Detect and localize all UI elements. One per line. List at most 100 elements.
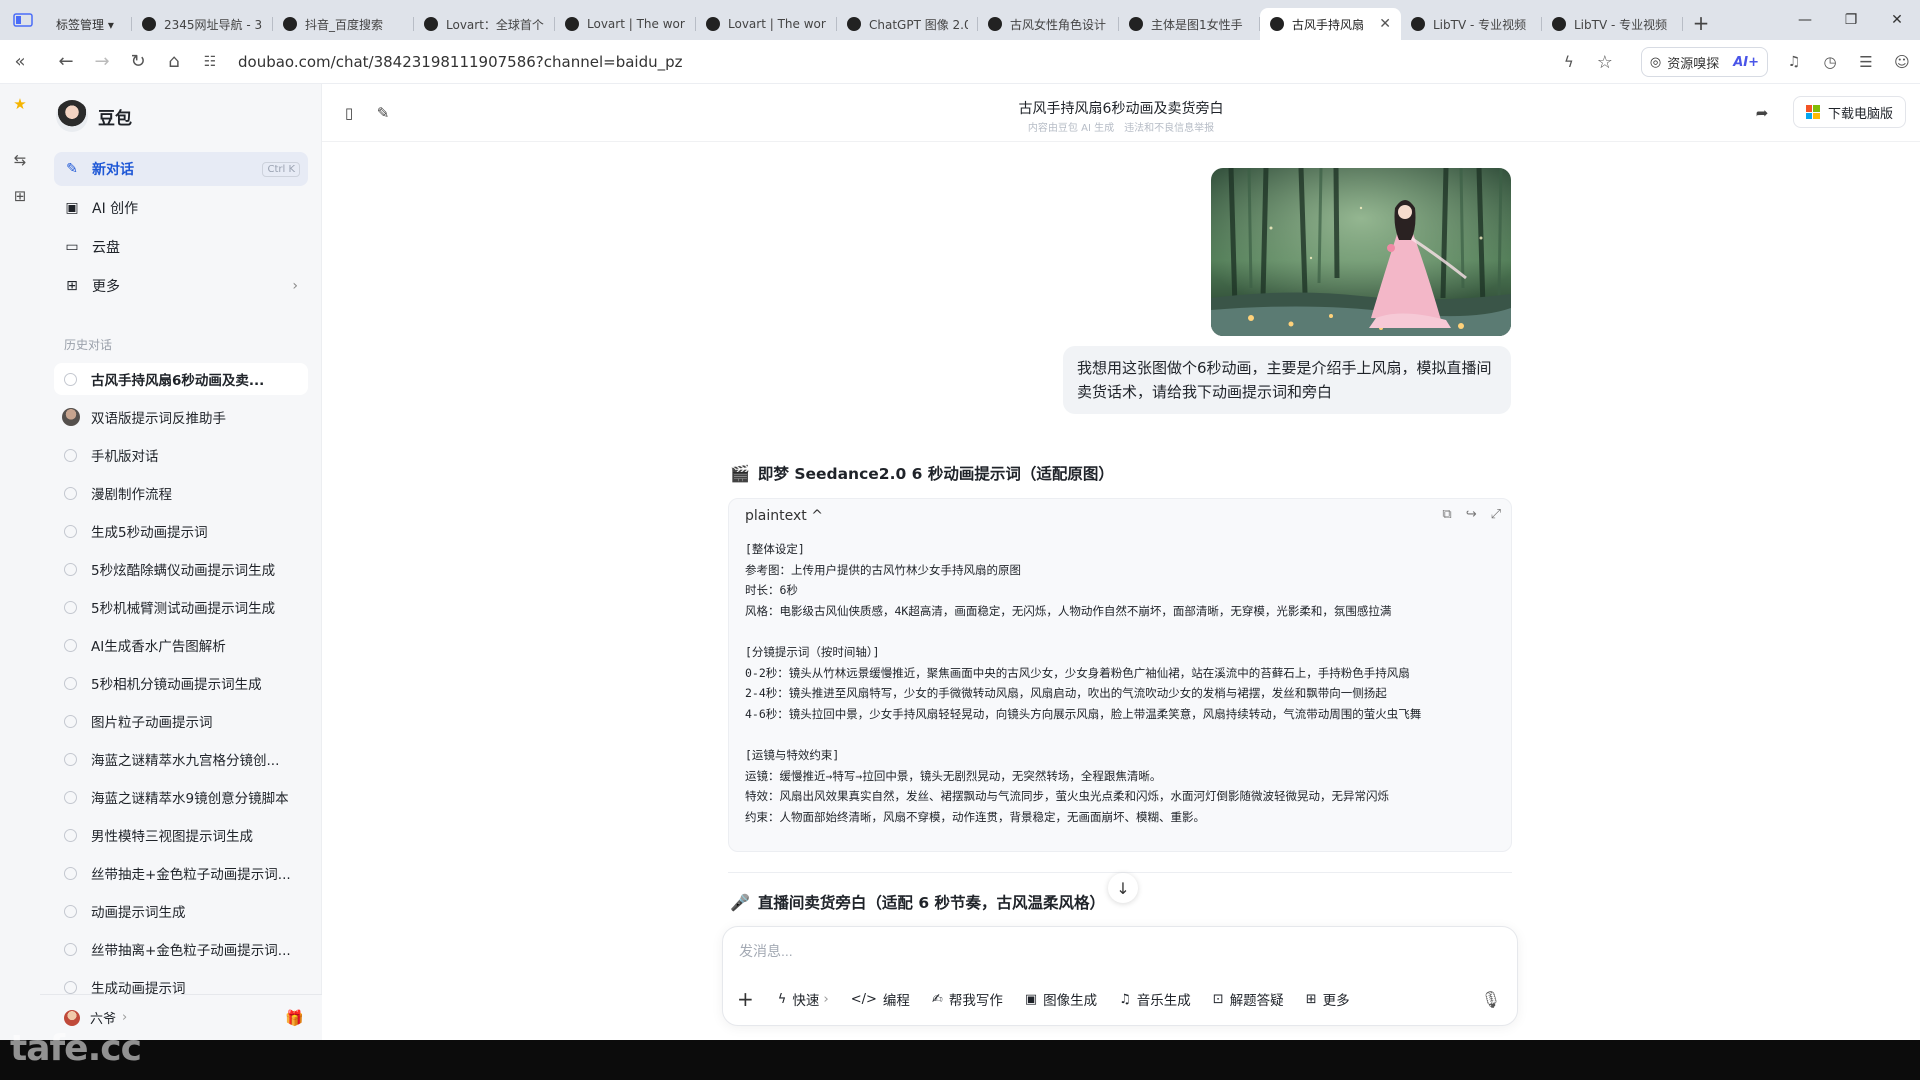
new-chat-button[interactable]: ✎ 新对话 Ctrl K <box>54 152 308 186</box>
browser-tab[interactable]: ChatGPT 图像 2.0 <box>837 8 978 40</box>
browser-tab[interactable]: Lovart | The wor <box>555 8 696 40</box>
browser-tab[interactable]: 抖音_百度搜索 <box>273 8 414 40</box>
chat-bubble-icon <box>64 942 77 956</box>
history-item[interactable]: 5秒相机分镜动画提示词生成 <box>54 667 308 699</box>
history-item[interactable]: 图片粒子动画提示词 <box>54 705 308 737</box>
image-gen-icon: ▣ <box>1024 991 1038 1007</box>
tab-label: 古风女性角色设计 <box>1010 17 1107 32</box>
history-item[interactable]: 男性模特三视图提示词生成 <box>54 819 308 851</box>
browser-tab[interactable]: LibTV - 专业视频 <box>1542 8 1683 40</box>
tab-manager[interactable]: 标签管理 ▾ <box>46 8 132 40</box>
gift-icon[interactable]: 🎁 <box>285 1009 304 1027</box>
share-icon[interactable]: ➦ <box>1751 102 1773 124</box>
code-line: 时长：6秒 <box>745 583 798 598</box>
ai-plus-label[interactable]: AI+ <box>1733 55 1759 70</box>
app-name: 豆包 <box>98 108 132 129</box>
expand-icon[interactable]: ⤢ <box>1491 507 1501 522</box>
scroll-down-icon[interactable]: ↓ <box>1108 873 1138 903</box>
add-panel-icon[interactable]: ⊞ <box>0 178 40 214</box>
browser-tab[interactable]: 2345网址导航 - 3 <box>132 8 273 40</box>
restore-icon[interactable]: ❐ <box>1828 0 1874 40</box>
forward-icon[interactable]: → <box>84 44 120 80</box>
history-item-label: 男性模特三视图提示词生成 <box>91 829 253 845</box>
message-composer: + ϟ 快速› </> 编程 ✍ 帮我写作 ▣ 图像生成 ♫ 音乐生成 ⊡ 解题答疑 ⊞ 更多 🎙 <box>722 926 1518 1026</box>
minimize-icon[interactable]: — <box>1782 0 1828 40</box>
voice-input-icon[interactable]: 🎙 <box>1481 990 1501 1009</box>
history-item[interactable]: 双语版提示词反推助手 <box>54 401 308 433</box>
browser-tab[interactable]: Lovart | The wor <box>696 8 837 40</box>
history-item-label: 丝带抽走+金色粒子动画提示词... <box>91 867 291 883</box>
copy-icon[interactable]: ⧉ <box>1442 507 1451 522</box>
grid-icon: ⊞ <box>66 278 78 294</box>
tool-button[interactable]: </> 编程 <box>851 989 910 1010</box>
favorites-star-icon[interactable]: ★ <box>0 86 40 122</box>
history-item[interactable]: 古风手持风扇6秒动画及卖... <box>54 363 308 395</box>
tool-button[interactable]: ▣ 图像生成 <box>1024 989 1097 1010</box>
new-tab-button[interactable]: + <box>1683 11 1719 35</box>
history-item[interactable]: 生成5秒动画提示词 <box>54 515 308 547</box>
code-line: [分镜提示词（按时间轴）] <box>745 644 880 659</box>
lightning-icon[interactable]: ϟ <box>1551 44 1587 80</box>
uploaded-image[interactable] <box>1211 168 1511 336</box>
wrap-icon[interactable]: ↪ <box>1466 507 1477 522</box>
attach-plus-icon[interactable]: + <box>737 987 754 1011</box>
tool-button[interactable]: ♫ 音乐生成 <box>1119 989 1191 1010</box>
site-info-icon[interactable]: ☷ <box>192 44 228 80</box>
history-item[interactable]: 动画提示词生成 <box>54 895 308 927</box>
resource-sniff-button[interactable]: ◎ 资源嗅探 AI+ <box>1640 47 1768 77</box>
tool-button[interactable]: ϟ 快速 › <box>778 989 829 1009</box>
history-item[interactable]: AI生成香水广告图解析 <box>54 629 308 661</box>
code-language-toggle[interactable]: plaintext ^ <box>745 508 823 524</box>
history-item[interactable]: 海蓝之谜精萃水九宫格分镜创... <box>54 743 308 775</box>
clapper-icon: 🎬 <box>730 463 750 483</box>
browser-tab[interactable]: LibTV - 专业视频 <box>1401 8 1542 40</box>
menu-item-cloud-drive[interactable]: ▭ 云盘 <box>54 230 308 264</box>
history-item[interactable]: 海蓝之谜精萃水9镜创意分镜脚本 <box>54 781 308 813</box>
user-avatar <box>64 1009 80 1026</box>
menu-item-more[interactable]: ⊞ 更多 › <box>54 269 308 303</box>
message-input[interactable] <box>739 943 1439 959</box>
bookmark-star-icon[interactable]: ☆ <box>1587 44 1623 80</box>
home-icon[interactable]: ⌂ <box>156 44 192 80</box>
collapse-sidebar-icon[interactable]: « <box>2 44 38 80</box>
favicon-icon <box>1270 17 1284 31</box>
menu-item-ai-create[interactable]: ▣ AI 创作 <box>54 191 308 225</box>
history-item[interactable]: 丝带抽走+金色粒子动画提示词... <box>54 857 308 889</box>
history-icon[interactable]: ◷ <box>1812 44 1848 80</box>
history-item[interactable]: 手机版对话 <box>54 439 308 471</box>
back-icon[interactable]: ← <box>48 44 84 80</box>
browser-tab[interactable]: 古风女性角色设计 <box>978 8 1119 40</box>
download-desktop-button[interactable]: 下载电脑版 <box>1792 96 1906 128</box>
switch-icon[interactable]: ⇆ <box>0 142 40 178</box>
history-item[interactable]: 漫剧制作流程 <box>54 477 308 509</box>
new-chat-label: 新对话 <box>92 162 134 178</box>
tool-button[interactable]: ✍ 帮我写作 <box>932 989 1003 1010</box>
folder-icon: ▭ <box>65 239 79 255</box>
menu-icon[interactable]: ☰ <box>1848 44 1884 80</box>
close-window-icon[interactable]: ✕ <box>1874 0 1920 40</box>
history-item-label: 手机版对话 <box>91 449 159 465</box>
history-item[interactable]: 5秒炫酷除螨仪动画提示词生成 <box>54 553 308 585</box>
media-icon[interactable]: ♫ <box>1776 44 1812 80</box>
history-item[interactable]: 5秒机械臂测试动画提示词生成 <box>54 591 308 623</box>
browser-tab[interactable]: 古风手持风扇 ✕ <box>1260 8 1401 40</box>
browser-tab[interactable]: Lovart：全球首个 <box>414 8 555 40</box>
app-sidebar: 豆包 ✎ 新对话 Ctrl K ▣ AI 创作 ▭ 云盘 ⊞ 更多 › 历史对话… <box>40 84 322 1040</box>
tab-label: 古风手持风扇 <box>1292 17 1365 32</box>
reload-icon[interactable]: ↻ <box>120 44 156 80</box>
chat-bubble-icon <box>64 866 77 880</box>
browser-tab[interactable]: 主体是图1女性手 <box>1119 8 1260 40</box>
ai-disclaimer: 内容由豆包 AI 生成 违法和不良信息举报 <box>1027 123 1215 134</box>
tool-button[interactable]: ⊞ 更多 <box>1306 989 1350 1010</box>
profile-icon[interactable]: ☺ <box>1884 44 1920 80</box>
history-item[interactable]: 丝带抽离+金色粒子动画提示词... <box>54 933 308 965</box>
brand[interactable]: 豆包 <box>56 100 132 132</box>
tab-actions-icon[interactable] <box>0 0 46 40</box>
chat-bubble-icon <box>64 524 77 538</box>
tool-button[interactable]: ⊡ 解题答疑 <box>1213 989 1284 1010</box>
close-tab-icon[interactable]: ✕ <box>1379 16 1391 32</box>
url-field[interactable]: doubao.com/chat/38423198111907586?channe… <box>238 53 683 71</box>
tab-strip: 标签管理 ▾ 2345网址导航 - 3 抖音_百度搜索 Lovart：全球首个 Lova… <box>46 0 1683 40</box>
tab-label: Lovart | The wor <box>587 17 685 31</box>
user-message: 我想用这张图做个6秒动画，主要是介绍手上风扇，模拟直播间卖货话术，请给我下动画提… <box>1063 346 1511 414</box>
